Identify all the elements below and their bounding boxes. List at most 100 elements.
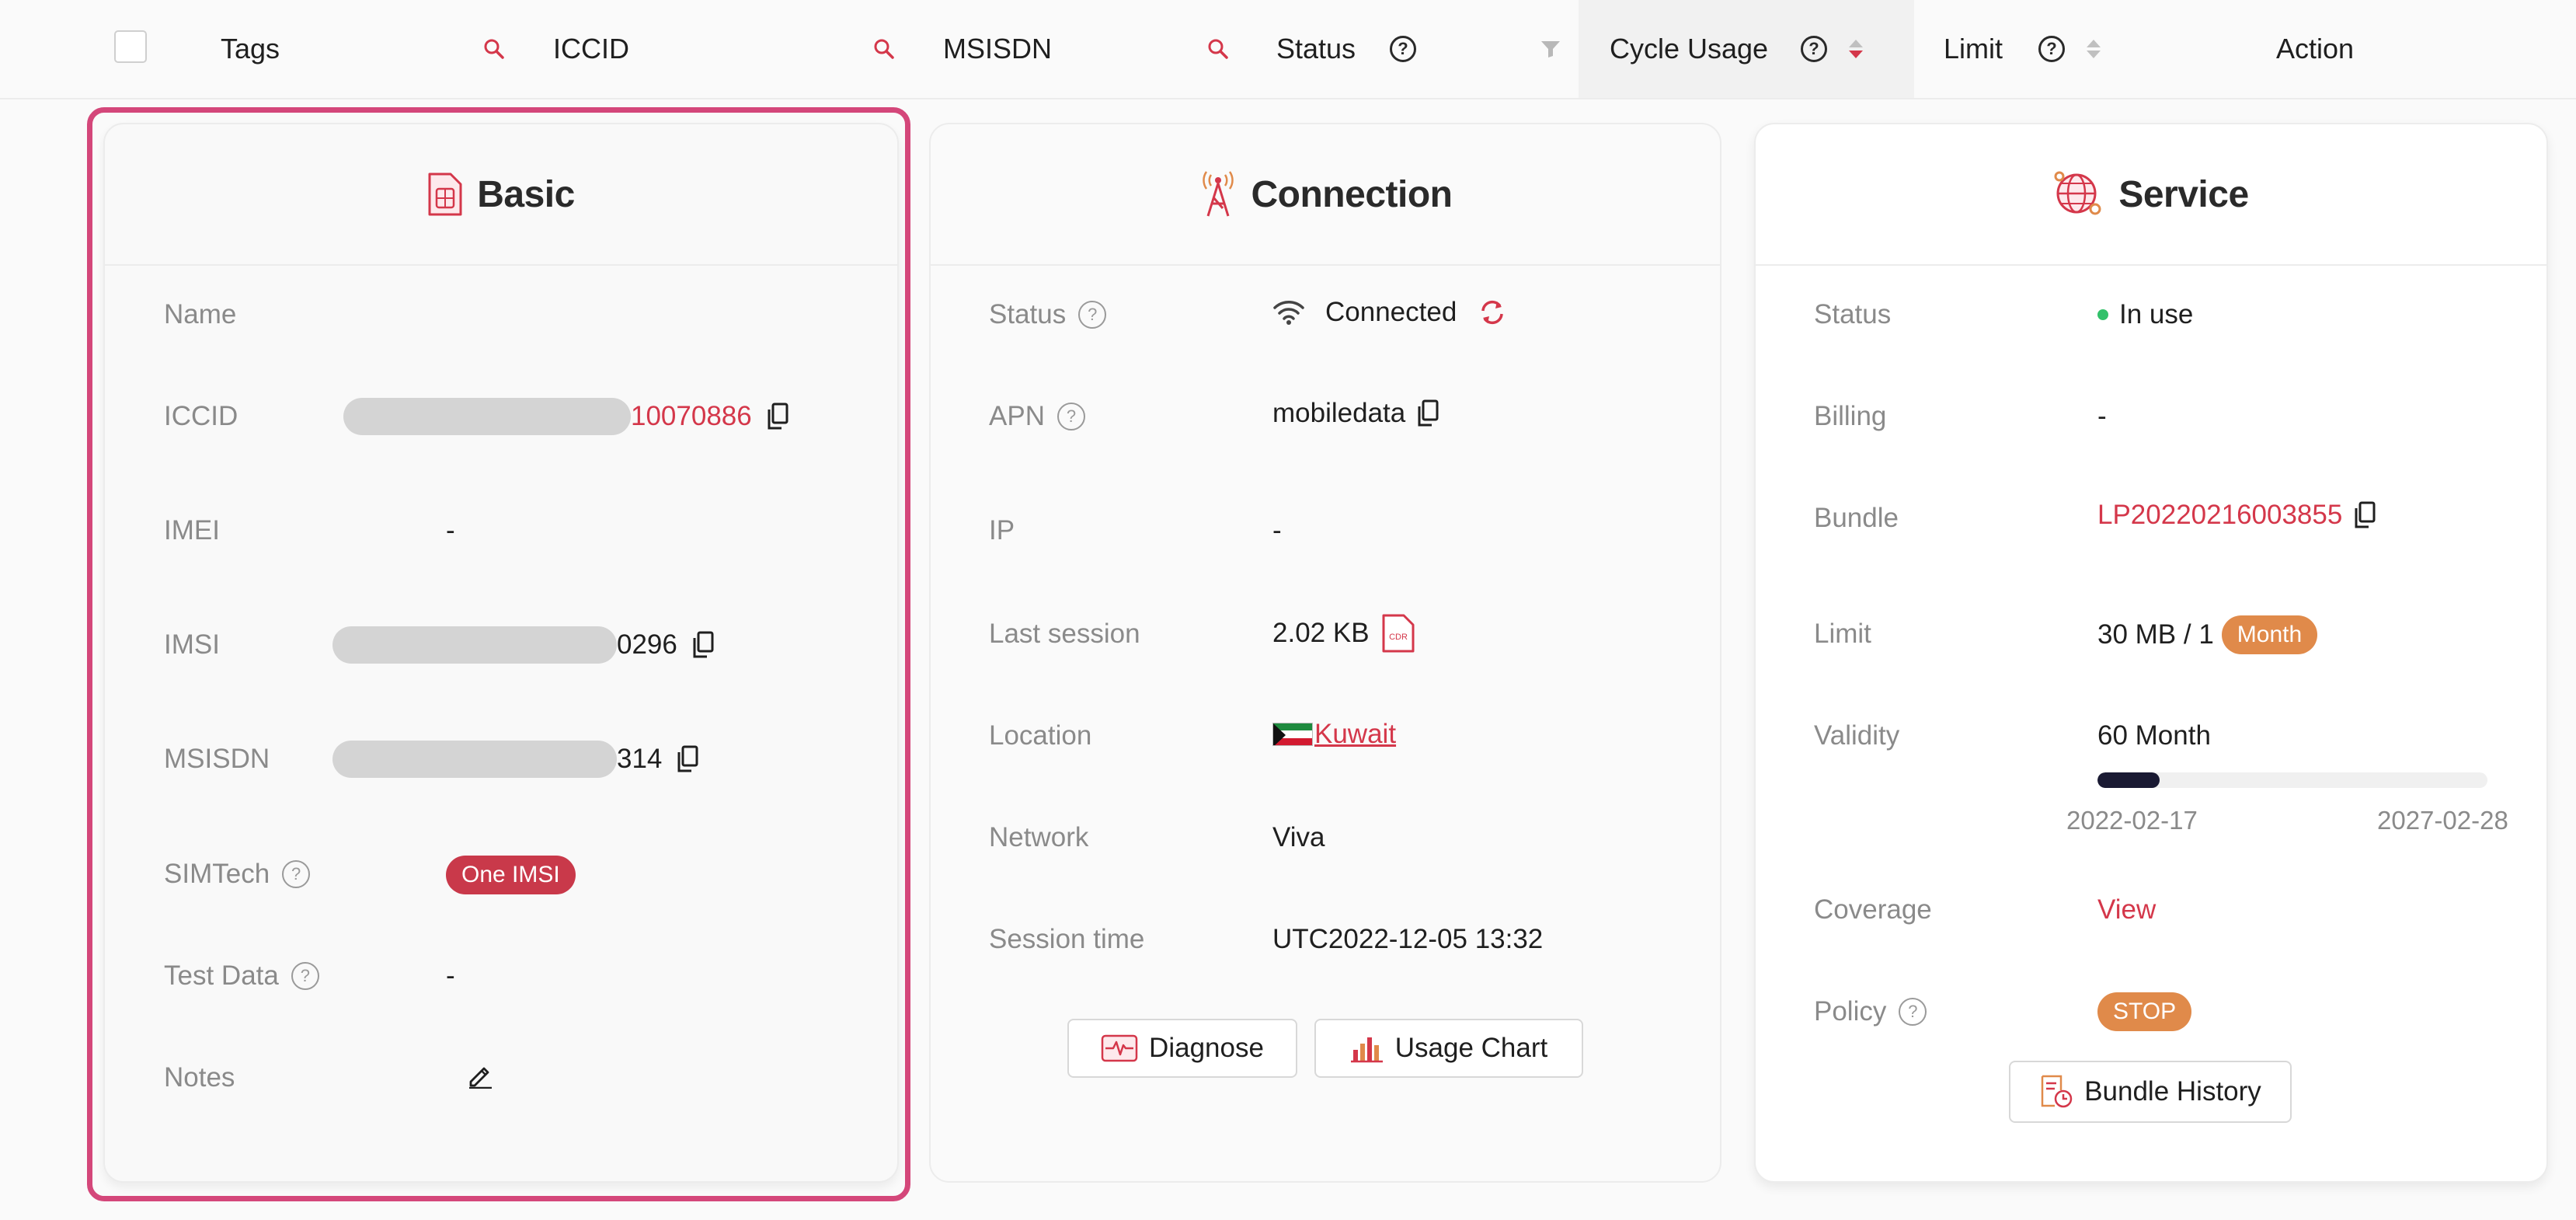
bundle-value: LP20220216003855 [2097, 500, 2376, 531]
test-data-value: - [446, 960, 455, 991]
imei-value: - [446, 515, 455, 546]
session-time-value: UTC2022-12-05 13:32 [1272, 924, 1544, 954]
column-msisdn-label: MSISDN [943, 33, 1053, 64]
billing-label: Billing [1814, 401, 1887, 431]
policy-value: STOP [2097, 992, 2192, 1031]
sort-ascending-icon [1849, 40, 1863, 47]
location-link[interactable]: Kuwait [1314, 719, 1396, 750]
validity-progress-fill [2097, 772, 2160, 788]
table-header: Tags ICCID MSISDN Status ? Cycle Usage ?… [0, 0, 2576, 99]
diagnose-button[interactable]: Diagnose [1067, 1019, 1297, 1078]
validity-start-date: 2022-02-17 [2066, 806, 2198, 835]
redacted-mask [332, 741, 617, 778]
tags-search-icon[interactable] [483, 0, 505, 98]
last-session-label: Last session [989, 619, 1140, 649]
copy-icon[interactable] [2353, 501, 2376, 529]
cycle-usage-sorter[interactable] [1849, 0, 1863, 98]
imei-label: IMEI [164, 515, 220, 546]
copy-icon[interactable] [691, 631, 715, 659]
coverage-view-link[interactable]: View [2097, 894, 2156, 925]
location-value: Kuwait [1272, 719, 1396, 750]
network-label: Network [989, 822, 1089, 852]
location-label: Location [989, 720, 1092, 751]
copy-icon[interactable] [766, 403, 789, 430]
session-time-label: Session time [989, 924, 1145, 954]
apn-label: APN ? [989, 401, 1085, 432]
column-header-action: Action [2276, 0, 2354, 98]
last-session-value: 2.02 KB CDR [1272, 614, 1415, 653]
simtech-value: One IMSI [446, 856, 576, 894]
usage-chart-button[interactable]: Usage Chart [1314, 1019, 1583, 1078]
imsi-value: 0296 [332, 626, 715, 664]
column-header-msisdn[interactable]: MSISDN [943, 0, 1052, 98]
ip-label: IP [989, 515, 1015, 546]
wifi-icon [1273, 301, 1304, 325]
refresh-icon[interactable] [1477, 297, 1508, 328]
stop-badge: STOP [2097, 992, 2192, 1031]
sort-ascending-icon [2087, 40, 2101, 47]
diagnose-icon [1101, 1034, 1138, 1062]
one-imsi-badge: One IMSI [446, 856, 576, 894]
cdr-file-icon[interactable]: CDR [1380, 614, 1415, 653]
select-all-checkbox[interactable] [114, 30, 147, 63]
limit-sorter[interactable] [2087, 0, 2101, 98]
edit-notes-icon[interactable] [466, 1061, 494, 1089]
column-limit-label: Limit [1944, 33, 2003, 64]
status-dot-icon [2097, 309, 2108, 320]
sort-descending-icon [1849, 51, 1863, 58]
connection-card-title: Connection [1251, 173, 1453, 215]
imsi-label: IMSI [164, 629, 220, 660]
test-data-label: Test Data ? [164, 960, 319, 992]
limit-value: 30 MB / 1 Month [2097, 615, 2318, 654]
column-header-status[interactable]: Status [1276, 0, 1356, 98]
connection-status-help-icon[interactable]: ? [1078, 301, 1107, 329]
connection-status-value: Connected [1272, 297, 1508, 328]
policy-help-icon[interactable]: ? [1899, 998, 1927, 1026]
copy-icon[interactable] [676, 745, 699, 773]
validity-label: Validity [1814, 720, 1900, 751]
column-action-label: Action [2276, 33, 2355, 64]
iccid-search-icon[interactable] [873, 0, 895, 98]
globe-network-icon [2054, 171, 2101, 215]
msisdn-search-icon[interactable] [1207, 0, 1229, 98]
column-header-iccid[interactable]: ICCID [553, 0, 629, 98]
redacted-mask [332, 626, 617, 664]
column-header-cycle-usage[interactable]: Cycle Usage [1610, 0, 1768, 98]
validity-end-date: 2027-02-28 [2377, 806, 2508, 835]
apn-value: mobiledata [1272, 398, 1439, 429]
column-tags-label: Tags [221, 33, 280, 64]
cycle-usage-help-icon[interactable]: ? [1801, 0, 1827, 98]
network-value: Viva [1272, 822, 1325, 852]
bar-chart-icon [1350, 1037, 1383, 1063]
column-cycle-usage-label: Cycle Usage [1610, 33, 1769, 64]
msisdn-label: MSISDN [164, 744, 270, 774]
column-header-tags[interactable]: Tags [221, 0, 280, 98]
column-status-label: Status [1276, 33, 1356, 64]
coverage-label: Coverage [1814, 894, 1932, 925]
limit-label: Limit [1814, 619, 1871, 649]
ip-value: - [1272, 515, 1282, 546]
column-header-limit[interactable]: Limit [1944, 0, 2003, 98]
bundle-history-button[interactable]: Bundle History [2009, 1061, 2292, 1123]
test-data-help-icon[interactable]: ? [291, 962, 319, 990]
simtech-label: SIMTech ? [164, 859, 311, 890]
cell-tower-icon [1202, 171, 1234, 217]
copy-icon[interactable] [1416, 399, 1439, 427]
sim-card-icon [428, 173, 462, 216]
notes-label: Notes [164, 1062, 235, 1093]
msisdn-value: 314 [332, 741, 699, 778]
status-help-icon[interactable]: ? [1390, 0, 1416, 98]
basic-card-title: Basic [477, 173, 575, 215]
sort-descending-icon [2087, 51, 2101, 58]
service-status-value: In use [2097, 299, 2193, 330]
status-filter-icon[interactable] [1540, 0, 1561, 98]
connection-status-label: Status ? [989, 299, 1107, 330]
basic-card-header: Basic [105, 124, 897, 266]
iccid-value: 10070886 [343, 398, 789, 435]
limit-help-icon[interactable]: ? [2038, 0, 2065, 98]
simtech-help-icon[interactable]: ? [282, 860, 311, 888]
kuwait-flag-icon [1272, 723, 1313, 746]
service-card-title: Service [2118, 173, 2249, 215]
bundle-link[interactable]: LP20220216003855 [2097, 500, 2342, 531]
apn-help-icon[interactable]: ? [1057, 403, 1085, 430]
